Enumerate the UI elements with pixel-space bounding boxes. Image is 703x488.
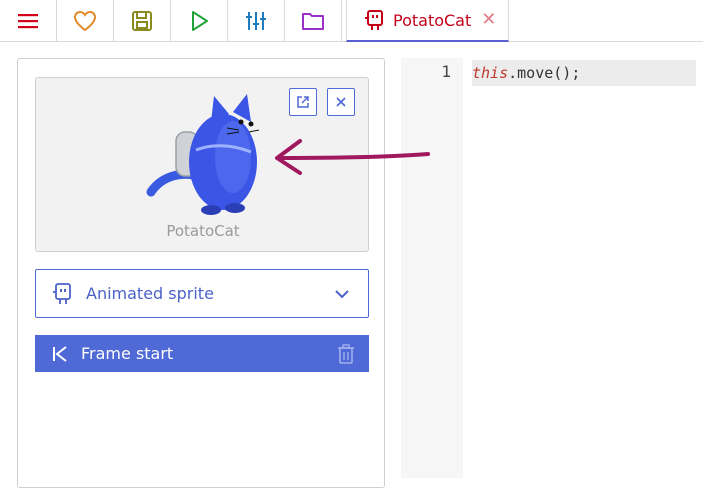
- remove-sprite-button[interactable]: [327, 88, 355, 116]
- heart-icon: [73, 10, 97, 32]
- project-folder-button[interactable]: [285, 0, 342, 42]
- line-number: 1: [441, 62, 451, 81]
- skip-back-icon: [53, 345, 67, 362]
- folder-icon: [302, 13, 324, 30]
- open-sprite-button[interactable]: [289, 88, 317, 116]
- external-link-icon: [297, 96, 309, 108]
- play-icon: [192, 11, 208, 31]
- close-icon: [336, 97, 346, 107]
- robot-sprite-icon: [365, 10, 383, 30]
- top-toolbar: PotatoCat ✕: [0, 0, 703, 42]
- save-button[interactable]: [114, 0, 171, 42]
- save-icon: [132, 11, 152, 31]
- chevron-down-icon: [335, 289, 349, 298]
- code-text: .move();: [508, 64, 581, 82]
- line-number-gutter: [401, 58, 463, 478]
- settings-button[interactable]: [228, 0, 285, 42]
- hamburger-menu-icon: [18, 14, 38, 29]
- trash-icon[interactable]: [337, 343, 355, 364]
- run-button[interactable]: [171, 0, 228, 42]
- tab-label: PotatoCat: [393, 10, 472, 30]
- tab-close-icon[interactable]: ✕: [481, 11, 496, 29]
- sliders-icon: [246, 12, 266, 30]
- favorite-button[interactable]: [57, 0, 114, 42]
- robot-sprite-icon: [53, 282, 71, 304]
- sprite-properties-panel: PotatoCat Animated sprite Frame start: [17, 58, 385, 488]
- menu-button[interactable]: [0, 0, 57, 42]
- potatocat-sprite-image: [146, 94, 260, 215]
- sprite-type-select[interactable]: Animated sprite: [35, 269, 369, 318]
- event-frame-start[interactable]: Frame start: [35, 335, 369, 372]
- tab-potatocat[interactable]: PotatoCat ✕: [346, 0, 510, 42]
- code-line[interactable]: this.move();: [472, 60, 696, 86]
- code-editor[interactable]: 1 this.move();: [401, 58, 703, 478]
- event-label: Frame start: [81, 344, 174, 363]
- code-keyword: this: [472, 64, 509, 82]
- sprite-name-label: PotatoCat: [166, 222, 240, 240]
- annotation-arrow-icon: [275, 139, 430, 175]
- sprite-type-label: Animated sprite: [86, 284, 214, 303]
